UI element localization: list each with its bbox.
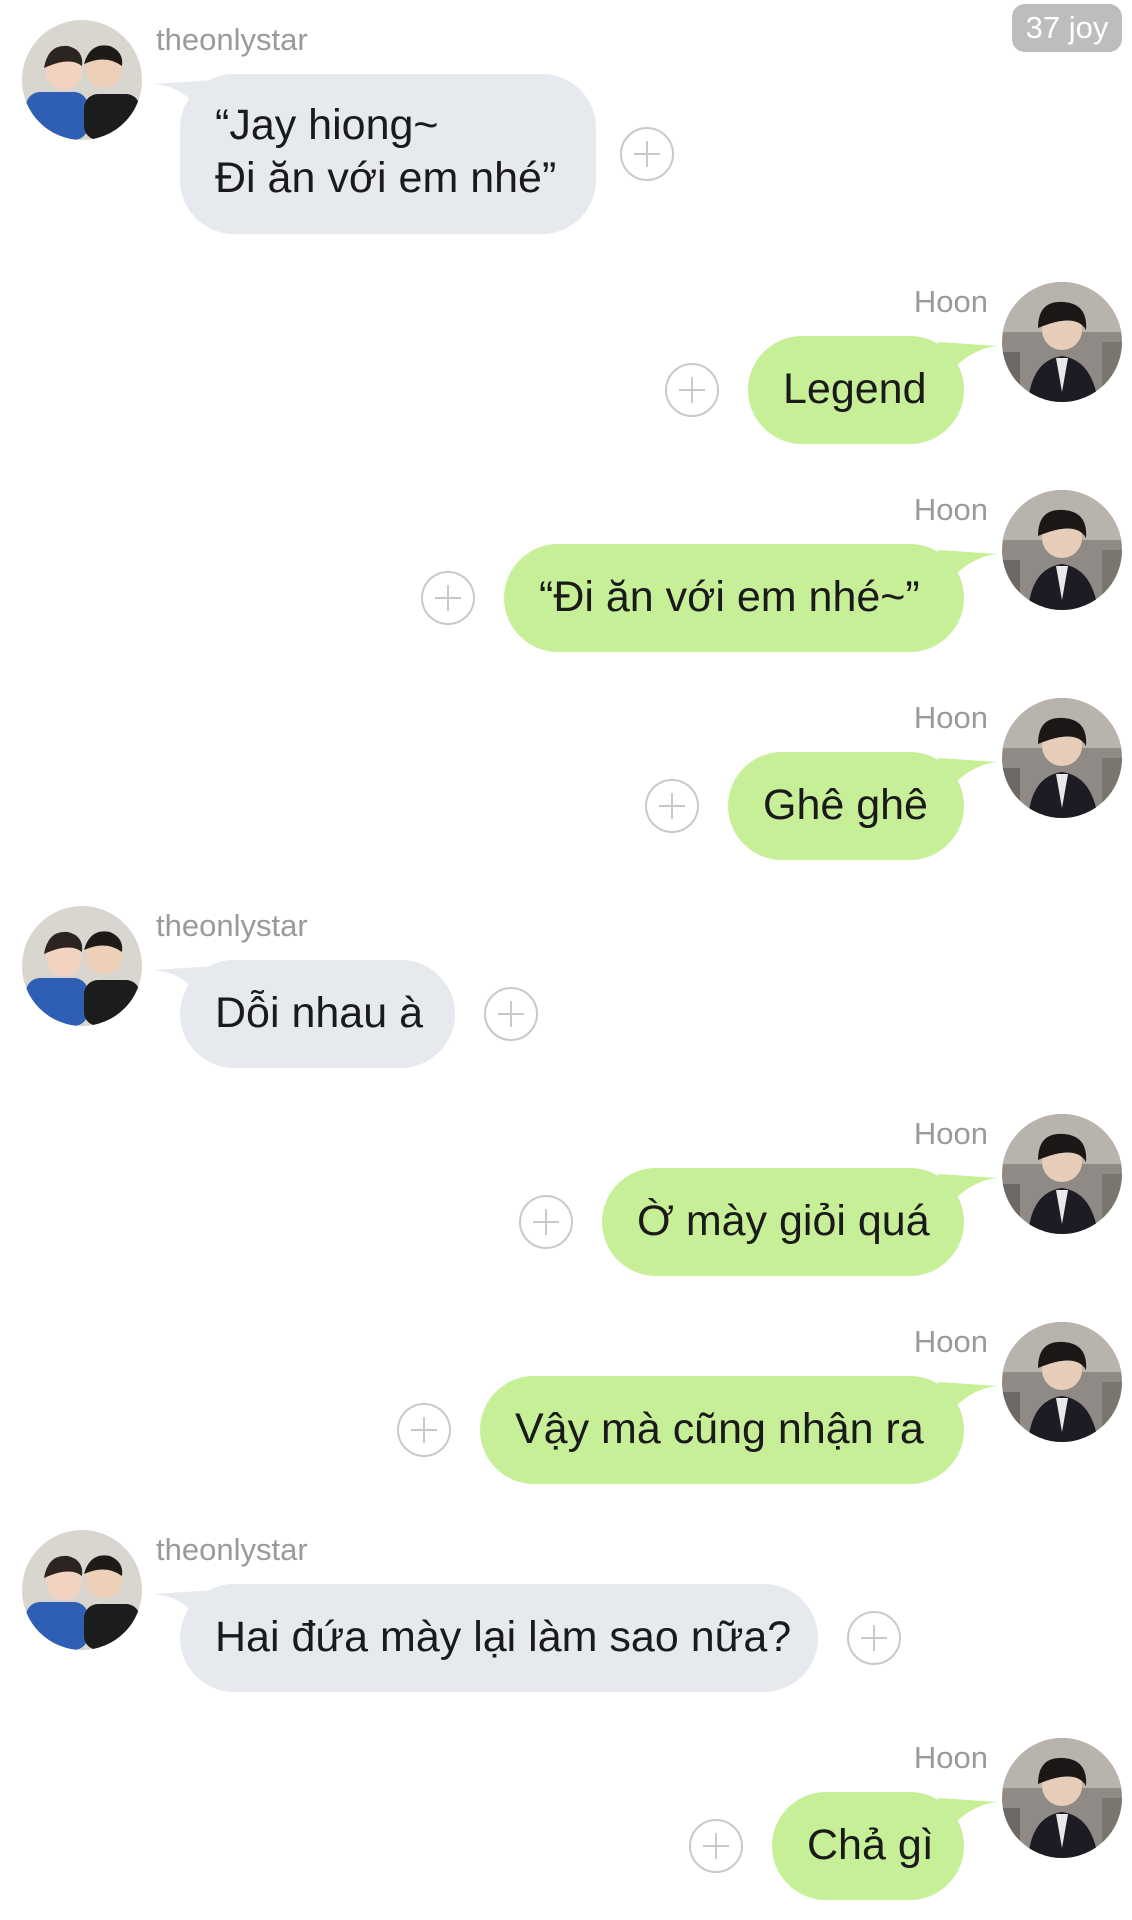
sender-name: Hoon (913, 700, 988, 735)
message-bubble[interactable]: Hai đứa mày lại làm sao nữa? (180, 1584, 818, 1692)
avatar-hoon[interactable] (1002, 490, 1122, 610)
message-bubble[interactable]: Ghê ghê (728, 752, 964, 860)
message-row: Hoon “Đi ăn với em nhé~” (0, 490, 1132, 660)
avatar-hoon[interactable] (1002, 698, 1122, 818)
sender-name: Hoon (913, 1740, 988, 1775)
avatar-theonlystar[interactable] (22, 1530, 142, 1650)
avatar-hoon[interactable] (1002, 1322, 1122, 1442)
avatar-theonlystar[interactable] (22, 20, 142, 140)
message-row: theonlystar Hai đứa mày lại làm sao nữa? (0, 1530, 1132, 1700)
message-row: Hoon Ghê ghê (0, 698, 1132, 868)
add-reaction-button[interactable] (645, 779, 699, 833)
message-bubble[interactable]: Legend (748, 336, 964, 444)
sender-name: Hoon (913, 284, 988, 319)
message-bubble[interactable]: “Jay hiong~ Đi ăn với em nhé” (180, 74, 596, 234)
message-row: Hoon Legend (0, 282, 1132, 452)
add-reaction-button[interactable] (484, 987, 538, 1041)
message-bubble[interactable]: Vậy mà cũng nhận ra (480, 1376, 964, 1484)
message-row: Hoon Ờ mày giỏi quá (0, 1114, 1132, 1284)
message-bubble[interactable]: “Đi ăn với em nhé~” (504, 544, 964, 652)
add-reaction-button[interactable] (689, 1819, 743, 1873)
sender-name: theonlystar (156, 908, 308, 943)
message-row: Hoon Vậy mà cũng nhận ra (0, 1322, 1132, 1492)
sender-name: theonlystar (156, 1532, 308, 1567)
avatar-hoon[interactable] (1002, 1114, 1122, 1234)
message-row: theonlystar Dỗi nhau à (0, 906, 1132, 1076)
add-reaction-button[interactable] (620, 127, 674, 181)
avatar-hoon[interactable] (1002, 282, 1122, 402)
add-reaction-button[interactable] (519, 1195, 573, 1249)
message-row: Hoon Chả gì (0, 1738, 1132, 1908)
add-reaction-button[interactable] (397, 1403, 451, 1457)
add-reaction-button[interactable] (847, 1611, 901, 1665)
avatar-hoon[interactable] (1002, 1738, 1122, 1858)
message-bubble[interactable]: Chả gì (772, 1792, 964, 1900)
sender-name: Hoon (913, 1116, 988, 1151)
message-row: theonlystar “Jay hiong~ Đi ăn với em nhé… (0, 20, 1132, 240)
sender-name: theonlystar (156, 22, 308, 57)
sender-name: Hoon (913, 1324, 988, 1359)
add-reaction-button[interactable] (421, 571, 475, 625)
sender-name: Hoon (913, 492, 988, 527)
message-bubble[interactable]: Dỗi nhau à (180, 960, 455, 1068)
avatar-theonlystar[interactable] (22, 906, 142, 1026)
add-reaction-button[interactable] (665, 363, 719, 417)
message-bubble[interactable]: Ờ mày giỏi quá (602, 1168, 964, 1276)
